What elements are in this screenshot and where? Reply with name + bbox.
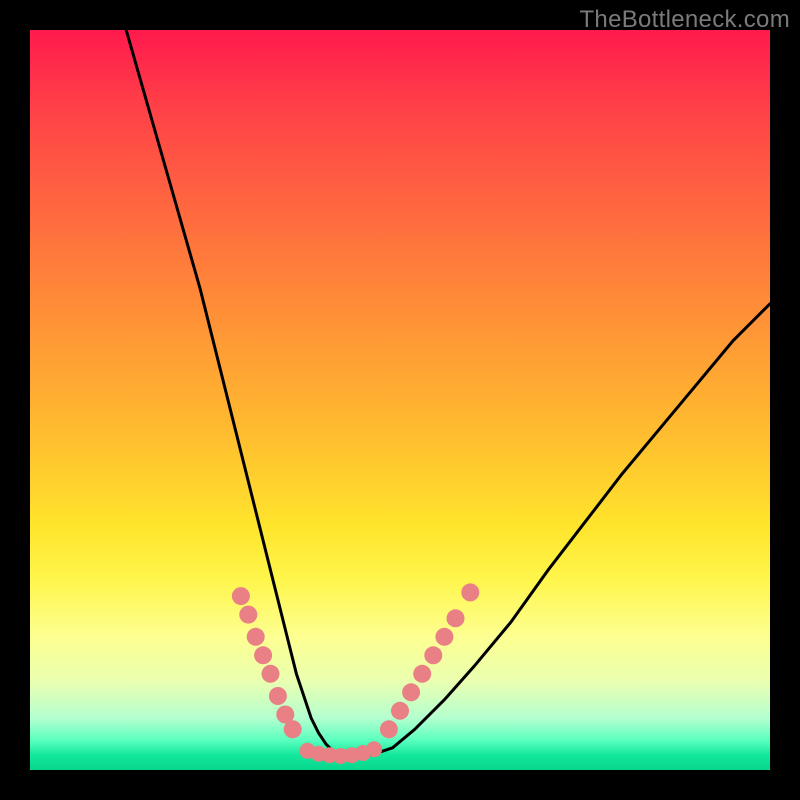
data-point (239, 606, 257, 624)
chart-area (30, 30, 770, 770)
bottleneck-curve (126, 30, 770, 757)
data-point (380, 720, 398, 738)
data-point (461, 583, 479, 601)
data-point (402, 683, 420, 701)
data-point (254, 646, 272, 664)
data-point (424, 646, 442, 664)
data-point (284, 720, 302, 738)
bottleneck-plot (30, 30, 770, 770)
points-valley (300, 741, 383, 764)
data-point (232, 587, 250, 605)
data-point (447, 609, 465, 627)
points-left-branch (232, 587, 302, 738)
data-point (435, 628, 453, 646)
data-point (269, 687, 287, 705)
watermark-text: TheBottleneck.com (579, 6, 790, 34)
data-point (391, 702, 409, 720)
data-point (366, 741, 382, 757)
data-point (247, 628, 265, 646)
data-point (413, 665, 431, 683)
data-point (262, 665, 280, 683)
